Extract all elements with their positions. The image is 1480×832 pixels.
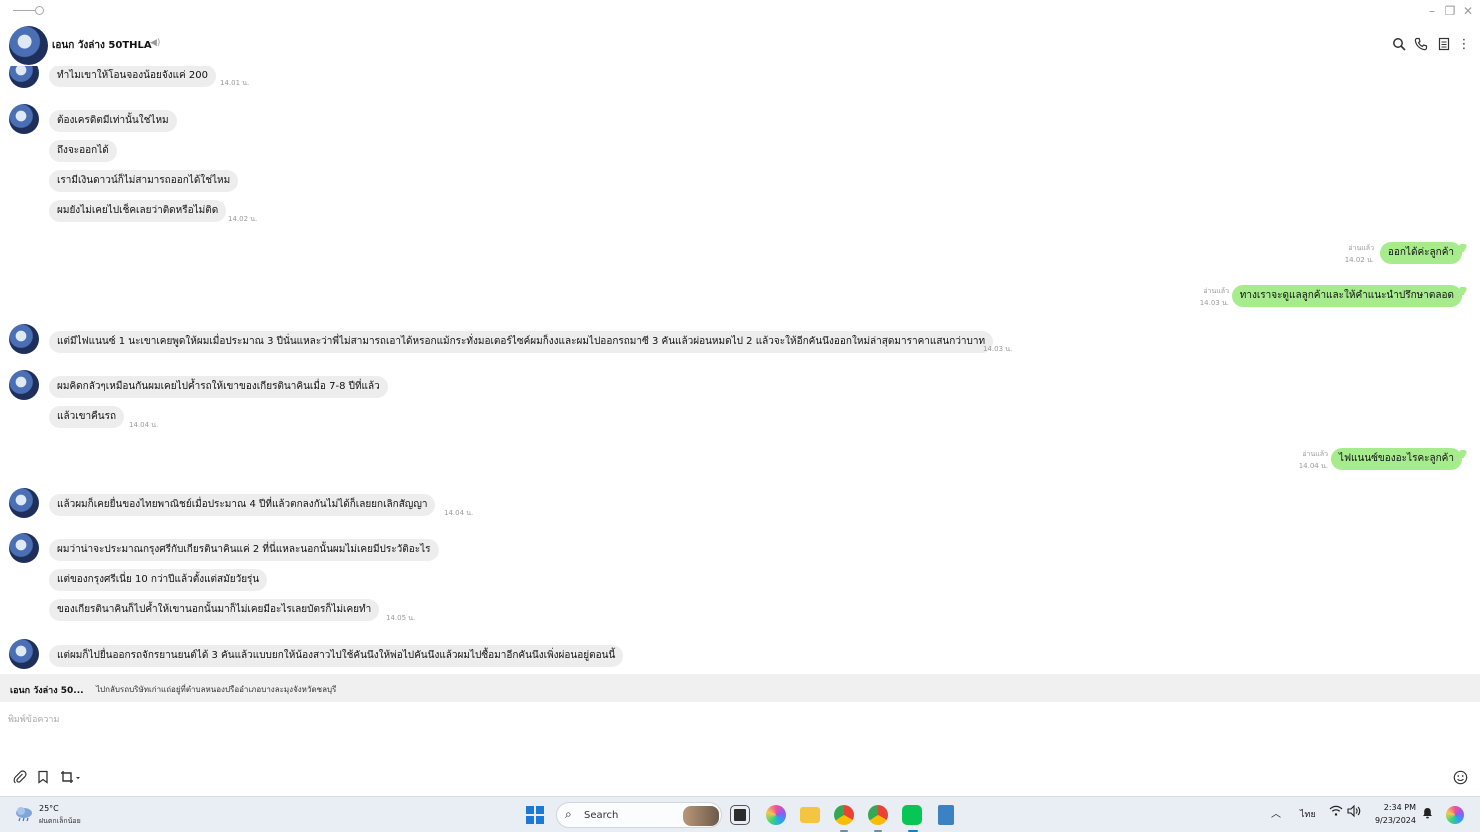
chat-title: เอนก วังล่าง 50THLA <box>52 40 152 51</box>
message-bubble[interactable]: แต่ของกรุงศรีเนี่ย 10 กว่าปีแล้วตั้งแต่ส… <box>49 569 268 591</box>
read-receipt: อ่านแล้ว <box>1203 287 1229 295</box>
message-bubble[interactable]: ต้องเครดิตมีเท่านั้นใช่ไหม <box>49 110 177 132</box>
read-receipt: อ่านแล้ว <box>1348 244 1374 252</box>
pin-icon[interactable] <box>13 6 45 16</box>
phone-icon[interactable] <box>1413 37 1429 53</box>
read-receipt: อ่านแล้ว <box>1302 450 1328 458</box>
sender-avatar[interactable] <box>9 324 39 354</box>
windows-taskbar: 25°C ฝนตกเล็กน้อย ⌕ Search ︿ ไทย 2:34 PM… <box>0 796 1480 832</box>
attachment-icon[interactable] <box>12 770 28 786</box>
weather-description[interactable]: ฝนตกเล็กน้อย <box>39 816 81 827</box>
clock-time[interactable]: 2:34 PM <box>1380 803 1416 812</box>
message-bubble-outgoing[interactable]: ไฟแนนซ์ของอะไรคะลูกค้า <box>1330 448 1462 470</box>
message-bubble[interactable]: ทำไมเขาให้โอนจองน้อยจังแค่ 200 <box>49 66 216 87</box>
message-time: 14.02 น. <box>228 215 258 223</box>
wifi-icon[interactable] <box>1329 805 1343 820</box>
message-bubble[interactable]: ผมคิดกลัวๆเหมือนกันผมเคยไปค้ำรถให้เขาของ… <box>49 376 388 398</box>
message-time: 14.04 น. <box>444 509 474 517</box>
line-chat-window: – ❐ ✕ เอนก วังล่าง 50THLA ◀) ⋮ ทำไมเขาให… <box>0 0 1480 832</box>
search-icon: ⌕ <box>565 807 572 821</box>
sender-avatar[interactable] <box>9 66 39 88</box>
more-options-icon[interactable]: ⋮ <box>1456 37 1472 53</box>
message-bubble[interactable]: ถึงจะออกได้ <box>49 140 117 162</box>
rain-cloud-icon[interactable] <box>14 806 34 822</box>
chrome-profile-icon[interactable] <box>868 805 888 825</box>
preview-text: ไปกลับรถบริษัทเก่าแถ่อยู่ที่ตำบลหนองปรือ… <box>96 685 337 694</box>
restore-icon[interactable]: ❐ <box>1442 3 1458 19</box>
chat-header: เอนก วังล่าง 50THLA ◀) ⋮ <box>0 24 1480 66</box>
composer <box>0 702 1480 796</box>
message-list[interactable]: ทำไมเขาให้โอนจองน้อยจังแค่ 200 14.01 น. … <box>0 66 1480 674</box>
line-app-icon[interactable] <box>902 805 922 825</box>
notes-icon[interactable] <box>1436 37 1452 53</box>
sender-avatar[interactable] <box>9 639 39 669</box>
message-bubble-outgoing[interactable]: ทางเราจะดูแลลูกค้าและให้คำแนะนำปรึกษาตลอ… <box>1231 285 1462 307</box>
message-bubble-outgoing[interactable]: ออกได้ค่ะลูกค้า <box>1379 242 1462 264</box>
message-bubble[interactable]: เรามีเงินดาวน์ก็ไม่สามารถออกได้ใช่ไหม <box>49 170 239 192</box>
message-bubble[interactable]: ผมยังไม่เคยไปเช็คเลยว่าติดหรือไม่ติด <box>49 200 227 222</box>
chrome-icon[interactable] <box>834 805 854 825</box>
emoji-icon[interactable] <box>1452 770 1468 786</box>
mute-icon: ◀) <box>150 38 161 48</box>
search-icon[interactable] <box>1391 37 1407 53</box>
sender-avatar[interactable] <box>9 104 39 134</box>
chevron-up-icon[interactable]: ︿ <box>1271 805 1281 820</box>
notepad-icon[interactable] <box>938 805 954 825</box>
message-time: 14.04 น. <box>1298 462 1328 470</box>
notification-bell-icon[interactable] <box>1422 807 1433 822</box>
screenshot-crop-icon[interactable] <box>59 770 83 786</box>
sender-avatar[interactable] <box>9 370 39 400</box>
title-bar: – ❐ ✕ <box>0 0 1480 22</box>
message-time: 14.04 น. <box>129 421 159 429</box>
preview-sender: เอนก วังล่าง 50... <box>10 686 84 696</box>
copilot-icon[interactable] <box>766 805 786 825</box>
clock-date[interactable]: 9/23/2024 <box>1370 816 1416 825</box>
message-bubble[interactable]: แล้วผมก็เคยยื่นของไทยพาณิชย์เมื่อประมาณ … <box>49 494 436 516</box>
message-time: 14.03 น. <box>1199 299 1229 307</box>
windows-start-icon[interactable] <box>526 806 544 824</box>
message-bubble[interactable]: ผมว่าน่าจะประมาณกรุงศรีกับเกียรตินาคินแค… <box>49 539 439 561</box>
message-bubble[interactable]: ของเกียรตินาคินก็ไปค้ำให้เขานอกนั้นมาก็ไ… <box>49 599 380 621</box>
message-time: 14.05 น. <box>386 614 416 622</box>
input-language[interactable]: ไทย <box>1300 807 1316 821</box>
sender-avatar[interactable] <box>9 533 39 563</box>
close-icon[interactable]: ✕ <box>1460 3 1476 19</box>
search-label: Search <box>584 810 619 821</box>
message-bubble[interactable]: แล้วเขาคืนรถ <box>49 406 125 428</box>
message-time: 14.03 น. <box>983 345 1013 353</box>
keep-bookmark-icon[interactable] <box>35 770 51 786</box>
copilot-pre-icon[interactable] <box>1446 806 1464 824</box>
message-bubble[interactable]: แต่มีไฟแนนซ์ 1 นะเขาเคยพูดให้ผมเมื่อประม… <box>49 331 994 353</box>
latest-message-preview[interactable]: เอนก วังล่าง 50... ไปกลับรถบริษัทเก่าแถ่… <box>0 674 1480 702</box>
taskbar-search[interactable]: ⌕ Search <box>556 802 722 828</box>
contact-avatar[interactable] <box>9 26 48 65</box>
minimize-icon[interactable]: – <box>1424 3 1440 19</box>
task-view-icon[interactable] <box>730 805 750 825</box>
weather-temperature[interactable]: 25°C <box>39 804 59 813</box>
message-input[interactable] <box>8 710 1468 730</box>
volume-icon[interactable] <box>1347 804 1361 820</box>
message-time: 14.01 น. <box>220 79 250 87</box>
message-bubble[interactable]: แต่ผมก็ไปยื่นออกรถจักรยานยนต์ได้ 3 คันแล… <box>49 645 624 667</box>
file-explorer-icon[interactable] <box>800 807 820 823</box>
search-highlight-image <box>683 806 719 826</box>
message-time: 14.02 น. <box>1344 256 1374 264</box>
sender-avatar[interactable] <box>9 488 39 518</box>
